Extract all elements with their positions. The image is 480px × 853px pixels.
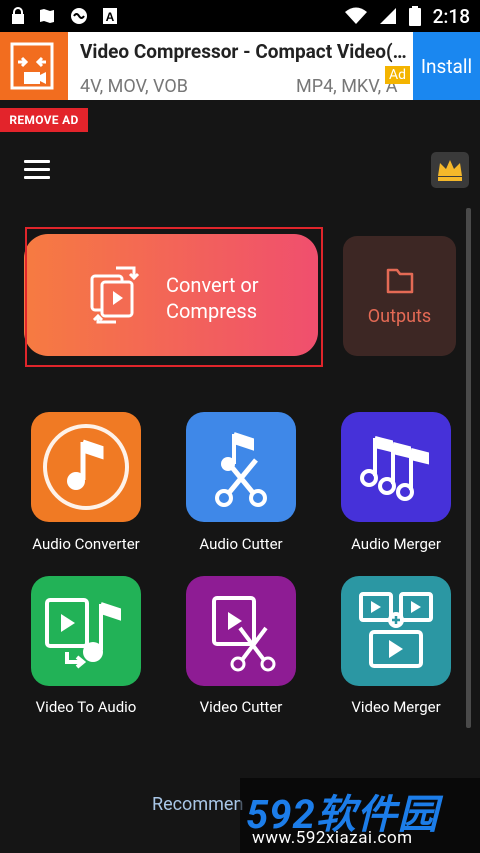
app-a-icon: A: [103, 8, 117, 24]
ad-badge: Ad: [385, 66, 411, 84]
music-note-icon: [43, 424, 129, 510]
tool-label: Video Merger: [351, 698, 441, 716]
highlight-frame: [25, 227, 323, 367]
battery-icon: [408, 6, 421, 26]
outputs-button[interactable]: Outputs: [343, 236, 456, 356]
tool-video-cutter[interactable]: [186, 576, 296, 686]
ad-banner[interactable]: Video Compressor - Compact Video(… 4V, M…: [0, 32, 480, 100]
tool-label: Audio Cutter: [199, 535, 283, 553]
signal-icon: [379, 8, 396, 24]
tool-video-merger[interactable]: [341, 576, 451, 686]
remove-ad-button[interactable]: REMOVE AD: [0, 108, 88, 132]
wifi-icon: [344, 7, 367, 24]
tool-label: Audio Converter: [32, 535, 140, 553]
ad-title[interactable]: Video Compressor - Compact Video(…: [80, 40, 410, 63]
tool-label: Video Cutter: [199, 698, 283, 716]
tool-label: Audio Merger: [351, 535, 441, 553]
lock-icon: [12, 7, 24, 24]
outputs-label: Outputs: [367, 306, 432, 327]
video-merge-icon: [359, 592, 433, 668]
multi-note-icon: [360, 436, 429, 501]
premium-crown-button[interactable]: [431, 152, 469, 188]
tool-audio-cutter[interactable]: [186, 412, 296, 522]
folder-icon: [386, 268, 414, 294]
status-time: 2:18: [432, 4, 470, 28]
recommend-label[interactable]: Recommen: [152, 794, 243, 815]
crown-icon: [438, 160, 462, 181]
map-icon: [40, 9, 54, 23]
tool-audio-merger[interactable]: [341, 412, 451, 522]
hamburger-menu-icon[interactable]: [24, 160, 50, 180]
svg-text:A: A: [106, 10, 115, 24]
scrollbar[interactable]: [466, 208, 471, 728]
status-bar: A 2:18: [0, 0, 480, 32]
video-scissors-icon: [212, 596, 276, 672]
watermark-overlay: 592软件园 www.592xiazai.com: [240, 778, 480, 853]
ad-install-button[interactable]: Install: [413, 32, 480, 100]
video-to-audio-icon: [45, 598, 121, 669]
tool-video-to-audio[interactable]: [31, 576, 141, 686]
link-icon: [71, 8, 87, 24]
scissors-note-icon: [215, 432, 267, 507]
tool-label: Video To Audio: [35, 698, 137, 716]
ad-app-icon[interactable]: [0, 32, 68, 100]
watermark-url: www.592xiazai.com: [252, 828, 413, 848]
ad-subtitle-left: 4V, MOV, VOB: [80, 76, 188, 97]
tool-audio-converter[interactable]: [31, 412, 141, 522]
